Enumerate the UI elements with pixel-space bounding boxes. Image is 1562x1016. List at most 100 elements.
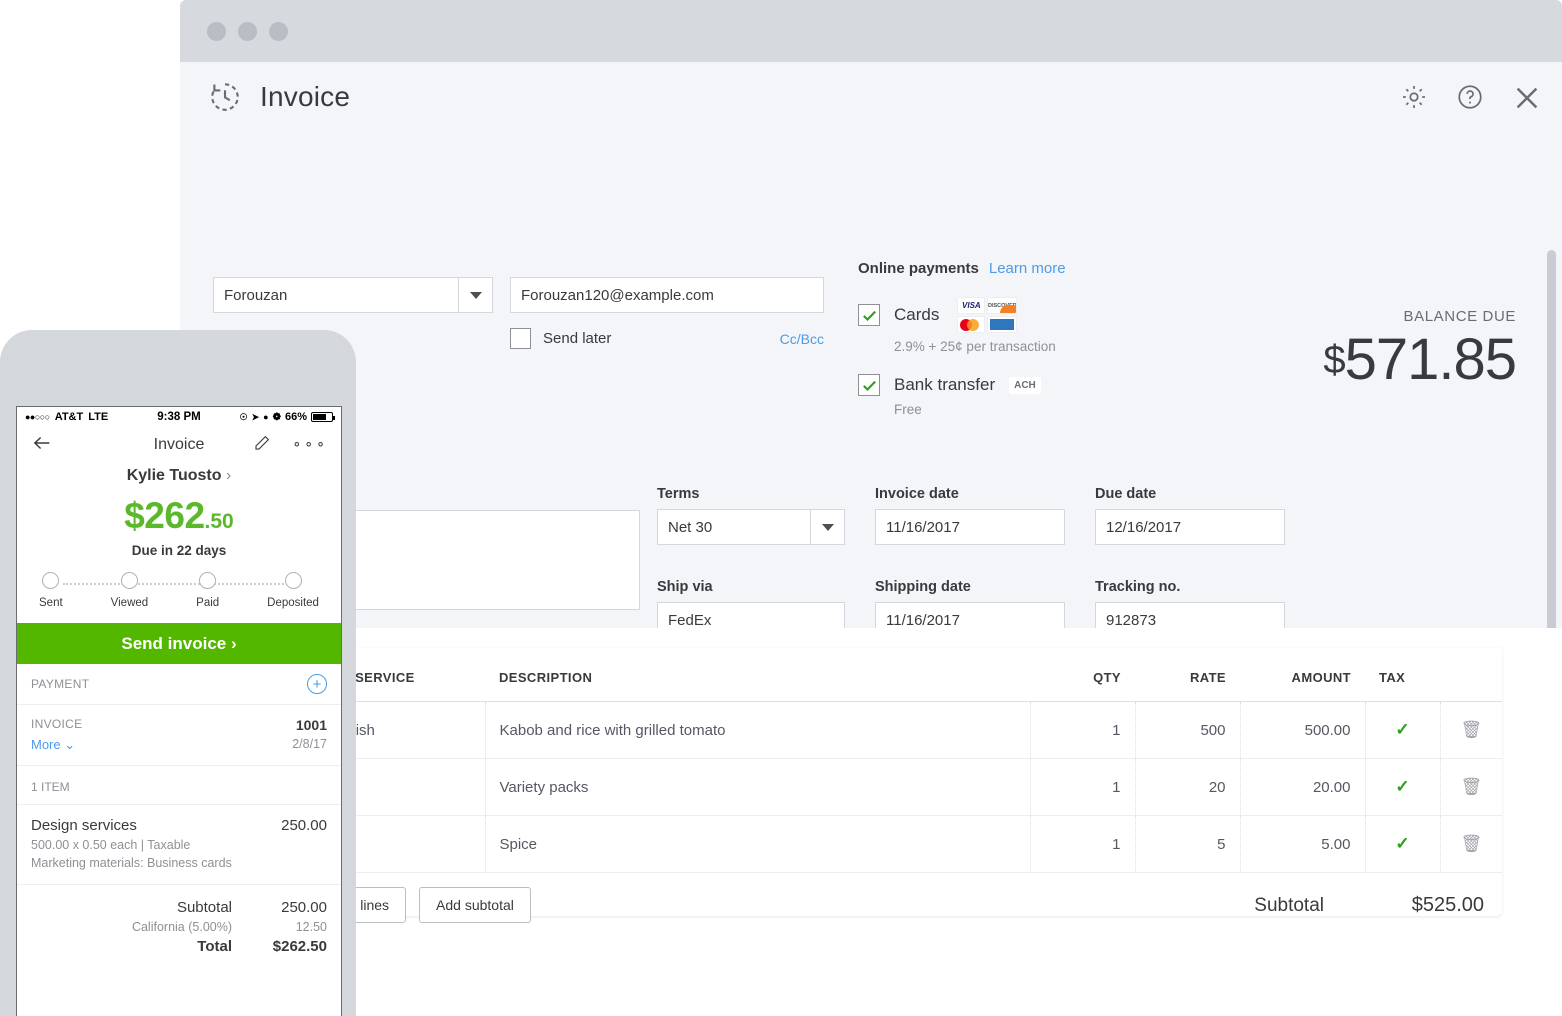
phone-payment-section[interactable]: PAYMENT +	[17, 664, 341, 705]
phone-invoice-section[interactable]: INVOICE 1001 More ⌄ 2/8/17	[17, 705, 341, 766]
ach-badge: ACH	[1009, 376, 1041, 394]
ship-via-input[interactable]: FedEx	[657, 602, 845, 628]
cell-description[interactable]: Kabob and rice with grilled tomato	[484, 701, 1030, 759]
line-items-footer: Clear all lines Add subtotal Subtotal $5…	[270, 873, 1502, 937]
cell-amount[interactable]: 5.00	[1239, 815, 1365, 873]
battery-percent-label: 66%	[284, 411, 307, 423]
phone-line-item[interactable]: Design services 250.00 500.00 x 0.50 eac…	[17, 805, 341, 885]
line-items-card: PRODUCT/SERVICE DESCRIPTION QTY RATE AMO…	[270, 648, 1502, 923]
online-payments-section: Online payments Learn more Cards VISA DI…	[858, 260, 1148, 417]
check-icon: ✓	[1395, 777, 1410, 796]
help-circle-icon[interactable]	[1456, 83, 1484, 111]
fields-row-1: Terms Net 30 Invoice date 11/16/2017 Due…	[657, 486, 1285, 545]
bank-transfer-option-row[interactable]: Bank transfer ACH	[858, 374, 1148, 396]
cards-fee-text: 2.9% + 25¢ per transaction	[894, 339, 1056, 354]
bank-transfer-checkbox[interactable]	[858, 374, 880, 396]
cell-delete[interactable]: 🗑	[1439, 815, 1502, 873]
phone-subtotal-label: Subtotal	[176, 899, 232, 916]
terms-input[interactable]: Net 30	[657, 509, 811, 545]
phone-amount-dollars: $262	[124, 495, 205, 536]
tracking-no-input[interactable]: 912873	[1095, 602, 1285, 628]
cell-tax[interactable]: ✓	[1364, 701, 1440, 759]
cell-description[interactable]: Variety packs	[484, 758, 1030, 816]
customer-dropdown-button[interactable]	[459, 277, 493, 313]
table-row[interactable]: Soda Variety packs 1 20 20.00 ✓ 🗑	[270, 758, 1502, 816]
cell-tax[interactable]: ✓	[1364, 815, 1440, 873]
send-later-label: Send later	[543, 330, 612, 347]
gear-icon[interactable]	[1400, 83, 1428, 111]
email-input[interactable]: Forouzan120@example.com	[510, 277, 824, 313]
column-header-rate: RATE	[1135, 648, 1240, 702]
window-maximize-dot[interactable]	[269, 21, 288, 41]
phone-totals-block: Subtotal 250.00 California (5.00%) 12.50…	[17, 885, 341, 969]
cell-qty[interactable]: 1	[1029, 701, 1135, 759]
mastercard-icon	[957, 316, 986, 333]
cell-amount[interactable]: 20.00	[1239, 758, 1365, 816]
due-date-input[interactable]: 12/16/2017	[1095, 509, 1285, 545]
phone-tax-value: 12.50	[295, 920, 327, 934]
cell-description[interactable]: Spice	[484, 815, 1030, 873]
tracker-label: Sent	[39, 597, 63, 609]
learn-more-link[interactable]: Learn more	[989, 260, 1066, 277]
table-header-row: PRODUCT/SERVICE DESCRIPTION QTY RATE AMO…	[270, 648, 1502, 702]
vertical-scrollbar[interactable]	[1547, 250, 1556, 628]
cards-checkbox[interactable]	[858, 304, 880, 326]
ccbcc-link[interactable]: Cc/Bcc	[780, 331, 824, 347]
due-date-field: Due date 12/16/2017	[1095, 486, 1285, 545]
terms-label: Terms	[657, 486, 700, 502]
cell-delete[interactable]: 🗑	[1439, 758, 1502, 816]
balance-due-value: 571.85	[1344, 327, 1517, 392]
cell-rate[interactable]: 20	[1134, 758, 1240, 816]
phone-customer-link[interactable]: Kylie Tuosto ›	[17, 467, 341, 485]
table-row[interactable]: ing Main Dish Kabob and rice with grille…	[270, 701, 1502, 759]
add-subtotal-button[interactable]: Add subtotal	[419, 887, 531, 923]
column-header-amount: AMOUNT	[1240, 648, 1365, 702]
browser-window: Invoice Forouzan Forouzan120@example.com…	[180, 0, 1562, 628]
invoice-label: INVOICE	[31, 717, 83, 731]
chevron-down-icon	[821, 523, 834, 531]
browser-titlebar	[180, 0, 1562, 62]
screenshot-root: Invoice Forouzan Forouzan120@example.com…	[0, 0, 1562, 1016]
tracker-circle-icon	[199, 572, 217, 589]
window-minimize-dot[interactable]	[238, 21, 257, 41]
window-close-dot[interactable]	[207, 21, 226, 41]
tracker-circle-icon	[284, 572, 302, 589]
terms-dropdown-button[interactable]	[811, 509, 845, 545]
tracker-label: Paid	[196, 597, 220, 609]
cell-delete[interactable]: 🗑	[1439, 701, 1502, 759]
check-icon: ✓	[1395, 834, 1410, 853]
trash-icon[interactable]: 🗑	[1460, 720, 1482, 739]
tracker-step-paid: Paid	[196, 572, 219, 609]
more-label: More	[31, 737, 61, 752]
cell-qty[interactable]: 1	[1029, 758, 1135, 816]
close-icon[interactable]	[1512, 83, 1540, 111]
cell-tax[interactable]: ✓	[1364, 758, 1440, 816]
invoice-date-label: Invoice date	[875, 486, 959, 502]
pencil-icon[interactable]	[253, 434, 271, 457]
table-row[interactable]: c Spice 1 5 5.00 ✓ 🗑	[270, 815, 1502, 873]
location-arrow-icon: ➤	[251, 411, 260, 422]
recent-transaction-clock-icon[interactable]	[208, 80, 242, 114]
tracker-step-sent: Sent	[39, 572, 63, 609]
phone-tax-label: California (5.00%)	[131, 920, 232, 934]
invoice-date-input[interactable]: 11/16/2017	[875, 509, 1065, 545]
phone-subtotal-value: 250.00	[281, 899, 327, 916]
plus-circle-icon[interactable]: +	[307, 674, 327, 694]
trash-icon[interactable]: 🗑	[1460, 777, 1482, 796]
trash-icon[interactable]: 🗑	[1460, 834, 1482, 853]
more-dots-icon[interactable]: ⚬⚬⚬	[291, 437, 327, 453]
cell-qty[interactable]: 1	[1029, 815, 1135, 873]
fields-row-2: Ship via FedEx Shipping date 11/16/2017 …	[657, 579, 1285, 628]
cell-amount[interactable]: 500.00	[1239, 701, 1365, 759]
cell-rate[interactable]: 500	[1134, 701, 1240, 759]
more-toggle[interactable]: More ⌄	[31, 737, 75, 753]
send-invoice-button[interactable]: Send invoice ›	[17, 623, 341, 664]
send-later-checkbox[interactable]	[510, 328, 531, 349]
customer-input[interactable]: Forouzan	[213, 277, 459, 313]
tracker-circle-icon	[120, 572, 138, 589]
shipping-date-input[interactable]: 11/16/2017	[875, 602, 1065, 628]
cards-option-row[interactable]: Cards VISA DISCOVER	[858, 297, 1148, 333]
cell-rate[interactable]: 5	[1134, 815, 1240, 873]
phone-nav-bar: Invoice ⚬⚬⚬	[17, 427, 341, 463]
invoice-number: 1001	[295, 717, 327, 733]
